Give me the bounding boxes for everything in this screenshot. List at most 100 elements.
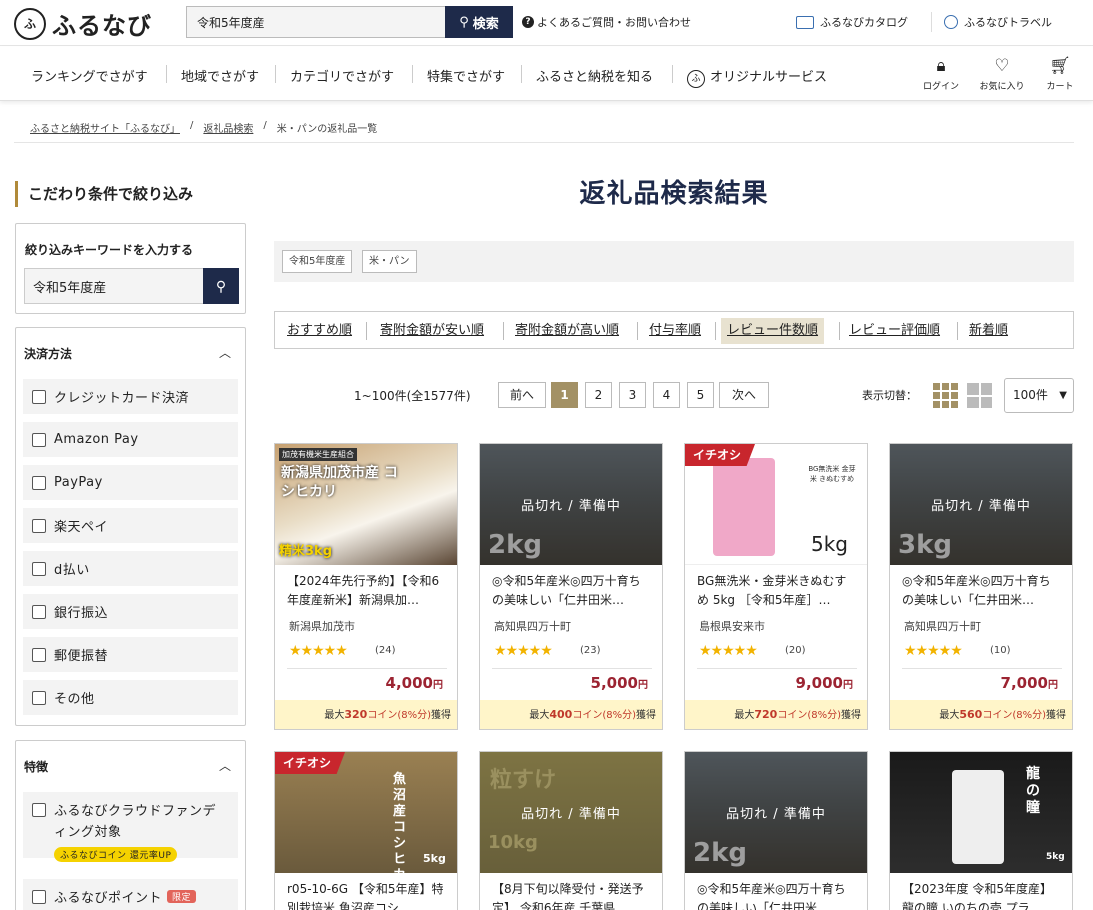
view-toggle-label: 表示切替：	[862, 389, 917, 402]
feature-option-points[interactable]: ふるなびポイント 限定	[23, 879, 238, 910]
sort-newest[interactable]: 新着順	[963, 318, 1014, 344]
top-header: ふ ふるなび ⚲ 検索 ? よくあるご質問・お問い合わせ ふるなびカタログ ふる…	[0, 0, 1093, 46]
product-title[interactable]: 【2024年先行予約】【令和6年度産新米】新潟県加…	[287, 572, 447, 610]
payment-option-postal[interactable]: 郵便振替	[23, 637, 238, 672]
payment-option-amazonpay[interactable]: Amazon Pay	[23, 422, 238, 457]
checkbox[interactable]	[32, 889, 46, 904]
nav-feature[interactable]: 特集でさがす	[427, 66, 505, 85]
cart-label: カート	[1046, 82, 1074, 92]
product-card[interactable]: 2kg 品切れ / 準備中 ◎令和5年産米◎四万十育ちの美味しい「仁井田米… 高…	[479, 443, 663, 730]
payment-option-bank[interactable]: 銀行振込	[23, 594, 238, 629]
keyword-input[interactable]	[24, 268, 203, 304]
page-1[interactable]: 1	[551, 382, 578, 408]
image-caption: 加茂有機米生産組合	[279, 448, 357, 461]
product-card[interactable]: 加茂有機米生産組合 新潟県加茂市産 コシヒカリ 精米3kg 【2024年先行予約…	[274, 443, 458, 730]
per-page-value: 100件	[1013, 388, 1048, 402]
filter-chip[interactable]: 令和5年度産	[282, 250, 353, 273]
product-image[interactable]: 2kg 品切れ / 準備中	[480, 444, 662, 565]
option-label: PayPay	[54, 475, 103, 490]
breadcrumb: ふるさと納税サイト「ふるなび」 / 返礼品検索 / 米・パンの返礼品一覧	[30, 120, 377, 135]
catalog-link[interactable]: ふるなびカタログ	[796, 14, 908, 30]
sort-recommended[interactable]: おすすめ順	[281, 318, 358, 344]
checkbox[interactable]	[32, 604, 46, 619]
site-logo[interactable]: ふ ふるなび	[14, 6, 152, 41]
travel-link[interactable]: ふるなびトラベル	[944, 14, 1052, 30]
nav-category[interactable]: カテゴリでさがす	[290, 66, 394, 85]
feature-filter: 特徴 ︿ ふるなびクラウドファンディング対象 ふるなびコイン 還元率UP ふるな…	[15, 740, 246, 910]
search-input[interactable]	[186, 6, 445, 38]
grid-4col-icon[interactable]	[933, 383, 958, 408]
product-image[interactable]: 加茂有機米生産組合 新潟県加茂市産 コシヒカリ 精米3kg	[275, 444, 457, 565]
sort-cheapest[interactable]: 寄附金額が安い順	[374, 318, 490, 344]
product-card[interactable]: 3kg 品切れ / 準備中 ◎令和5年産米◎四万十育ちの美味しい「仁井田米… 高…	[889, 443, 1073, 730]
product-card[interactable]: 2kg 品切れ / 準備中 ◎令和5年産米◎四万十育ちの美味しい「仁井田米…	[684, 751, 868, 910]
grid-2col-icon[interactable]	[967, 383, 992, 408]
page-2[interactable]: 2	[585, 382, 612, 408]
checkbox[interactable]	[32, 475, 46, 490]
nav-original-label: オリジナルサービス	[710, 70, 828, 85]
favorites-button[interactable]: ♡ お気に入り	[977, 56, 1027, 92]
chevron-up-icon[interactable]: ︿	[219, 757, 231, 774]
product-image[interactable]: 2kg 品切れ / 準備中	[685, 752, 867, 873]
keyword-search-button[interactable]: ⚲	[203, 268, 239, 304]
checkbox[interactable]	[32, 389, 46, 404]
per-page-select[interactable]: 100件 ▼	[1004, 378, 1074, 413]
cart-button[interactable]: 🛒︎ カート	[1035, 56, 1085, 92]
faq-link[interactable]: ? よくあるご質問・お問い合わせ	[522, 14, 691, 30]
product-title[interactable]: BG無洗米・金芽米きぬむすめ 5kg ［令和5年産］…	[697, 572, 857, 610]
checkbox[interactable]	[32, 647, 46, 662]
checkbox[interactable]	[32, 561, 46, 576]
sort-expensive[interactable]: 寄附金額が高い順	[509, 318, 625, 344]
product-image[interactable]: 龍の瞳 5kg	[890, 752, 1072, 873]
sort-review-count[interactable]: レビュー件数順	[721, 318, 825, 344]
product-price: 9,000円	[796, 674, 853, 692]
checkbox[interactable]	[32, 518, 46, 533]
product-image[interactable]: 3kg 品切れ / 準備中	[890, 444, 1072, 565]
breadcrumb-home[interactable]: ふるさと納税サイト「ふるなび」	[30, 120, 180, 135]
product-title[interactable]: ◎令和5年産米◎四万十育ちの美味しい「仁井田米…	[492, 572, 652, 610]
payment-option-other[interactable]: その他	[23, 680, 238, 715]
nav-original[interactable]: ふオリジナルサービス	[687, 66, 827, 88]
product-title[interactable]: r05-10-6G 【令和5年産】特別栽培米 魚沼産コシ…	[287, 880, 447, 910]
checkbox[interactable]	[32, 432, 46, 447]
product-location: 高知県四万十町	[494, 620, 571, 633]
payment-option-paypay[interactable]: PayPay	[23, 465, 238, 500]
product-card[interactable]: 龍の瞳 5kg 【2023年度 令和5年度産】龍の瞳 いのちの壱 プラ…	[889, 751, 1073, 910]
nav-region[interactable]: 地域でさがす	[181, 66, 259, 85]
payment-option-dpay[interactable]: d払い	[23, 551, 238, 586]
payment-option-credit[interactable]: クレジットカード決済	[23, 379, 238, 414]
next-page-button[interactable]: 次へ	[719, 382, 769, 408]
login-button[interactable]: 🔒︎ ログイン	[916, 56, 966, 92]
nav-ranking[interactable]: ランキングでさがす	[31, 66, 148, 85]
breadcrumb-search[interactable]: 返礼品検索	[203, 120, 253, 135]
option-label: その他	[54, 692, 95, 707]
feature-option-crowdfunding[interactable]: ふるなびクラウドファンディング対象 ふるなびコイン 還元率UP	[23, 792, 238, 862]
sort-divider	[715, 322, 716, 340]
keyword-filter: 絞り込みキーワードを入力する ⚲	[15, 223, 246, 314]
coin-amount: 320	[344, 708, 368, 721]
main-nav: ランキングでさがす 地域でさがす カテゴリでさがす 特集でさがす ふるさと納税を…	[0, 47, 1093, 101]
sort-rate[interactable]: 付与率順	[643, 318, 707, 344]
prev-page-button[interactable]: 前へ	[498, 382, 546, 408]
checkbox[interactable]	[32, 803, 46, 817]
sort-review-rating[interactable]: レビュー評価順	[843, 318, 946, 344]
product-title[interactable]: ◎令和5年産米◎四万十育ちの美味しい「仁井田米…	[902, 572, 1062, 610]
search-button[interactable]: ⚲ 検索	[445, 6, 513, 38]
filter-chip[interactable]: 米・パン	[362, 250, 417, 273]
product-title[interactable]: 【2023年度 令和5年度産】龍の瞳 いのちの壱 プラ…	[902, 880, 1062, 910]
page-4[interactable]: 4	[653, 382, 680, 408]
product-card[interactable]: 粒すけ 10kg 品切れ / 準備中 【8月下旬以降受付・発送予定】 令和6年産…	[479, 751, 663, 910]
page-5[interactable]: 5	[687, 382, 714, 408]
coin-prefix: 最大	[939, 710, 960, 721]
product-title[interactable]: 【8月下旬以降受付・発送予定】 令和6年産 千葉県…	[492, 880, 652, 910]
chevron-up-icon[interactable]: ︿	[219, 344, 231, 361]
coin-reward: 最大560コイン(8%分)獲得	[890, 700, 1072, 729]
payment-option-rakutenpay[interactable]: 楽天ペイ	[23, 508, 238, 543]
product-card[interactable]: 魚沼産コシヒカリ 5kg イチオシ r05-10-6G 【令和5年産】特別栽培米…	[274, 751, 458, 910]
product-title[interactable]: ◎令和5年産米◎四万十育ちの美味しい「仁井田米…	[697, 880, 857, 910]
product-card[interactable]: BG無洗米 金芽米 きぬむすめ 5kg イチオシ BG無洗米・金芽米きぬむすめ …	[684, 443, 868, 730]
page-3[interactable]: 3	[619, 382, 646, 408]
product-image[interactable]: 粒すけ 10kg 品切れ / 準備中	[480, 752, 662, 873]
checkbox[interactable]	[32, 690, 46, 705]
nav-about[interactable]: ふるさと納税を知る	[536, 66, 653, 85]
